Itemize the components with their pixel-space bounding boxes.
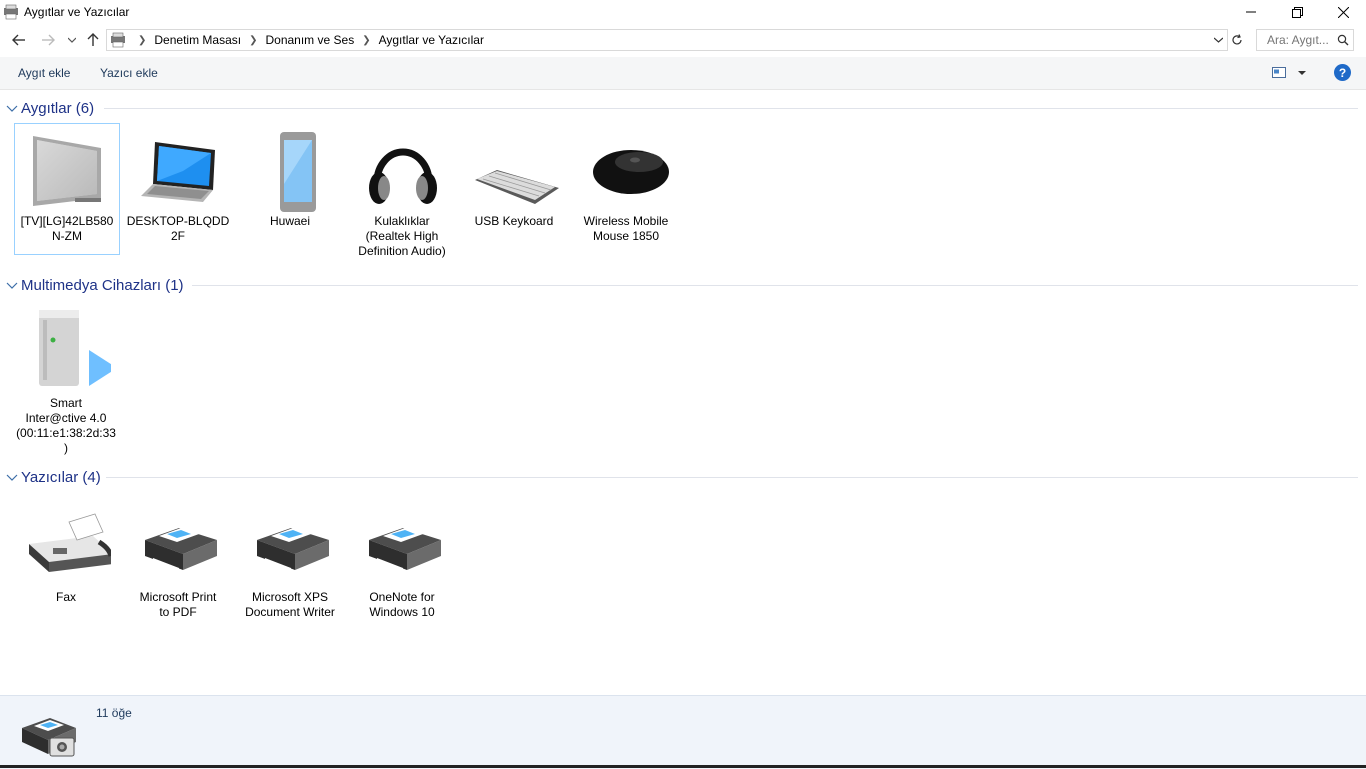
refresh-button[interactable]: [1228, 30, 1246, 50]
group-header-printers[interactable]: Yazıcılar (4): [6, 467, 101, 487]
fax-icon: [29, 513, 111, 572]
chevron-right-icon[interactable]: ❯: [249, 35, 257, 46]
breadcrumb-hardware-sound[interactable]: Donanım ve Ses: [265, 33, 354, 47]
chevron-right-icon[interactable]: ❯: [138, 35, 146, 46]
breadcrumb-control-panel[interactable]: Denetim Masası: [154, 33, 241, 47]
devices-printers-icon: [111, 32, 125, 48]
add-printer-button[interactable]: Yazıcı ekle: [100, 66, 158, 80]
chevron-down-icon: [1213, 37, 1223, 43]
chevron-down-icon[interactable]: [1296, 67, 1308, 79]
device-tv[interactable]: [TV][LG]42LB580 N-ZM: [14, 123, 120, 255]
arrow-left-icon: [12, 34, 25, 46]
arrow-up-icon: [87, 33, 99, 46]
printer-icon: [257, 528, 329, 574]
printer-ms-print-pdf[interactable]: Microsoft Print to PDF: [126, 500, 230, 620]
restore-icon: [1291, 6, 1303, 18]
media-server[interactable]: Smart Inter@ctive 4.0 (00:11:e1:38:2d:33…: [14, 300, 118, 456]
breadcrumb-devices-printers[interactable]: Aygıtlar ve Yazıcılar: [379, 33, 484, 47]
details-pane: 11 öğe: [0, 695, 1366, 769]
minimize-icon: [1246, 11, 1256, 13]
media-server-icon: [39, 310, 111, 386]
forward-button[interactable]: [38, 30, 58, 50]
window-title: Aygıtlar ve Yazıcılar: [24, 5, 130, 19]
restore-button[interactable]: [1274, 0, 1320, 24]
device-headphones[interactable]: Kulaklıklar (Realtek High Definition Aud…: [350, 124, 454, 259]
laptop-icon: [141, 142, 215, 202]
add-device-button[interactable]: Aygıt ekle: [18, 66, 70, 80]
printer-icon: [145, 528, 217, 574]
device-mouse[interactable]: Wireless Mobile Mouse 1850: [574, 124, 678, 244]
close-button[interactable]: [1320, 0, 1366, 24]
help-button[interactable]: ?: [1334, 64, 1351, 81]
group-title: Multimedya Cihazları (1): [21, 276, 184, 294]
command-bar: Aygıt ekle Yazıcı ekle: [0, 57, 1366, 90]
keyboard-icon: [475, 170, 559, 204]
group-divider: [106, 477, 1358, 478]
device-desktop[interactable]: DESKTOP-BLQDD 2F: [126, 124, 230, 244]
change-view-icon[interactable]: [1272, 67, 1286, 78]
chevron-down-icon: [6, 105, 18, 112]
window-controls: [1228, 0, 1366, 24]
arrow-right-icon: [42, 34, 55, 46]
group-divider: [104, 108, 1358, 109]
chevron-down-icon: [6, 282, 18, 289]
group-title: Aygıtlar (6): [21, 99, 95, 117]
device-huwaei[interactable]: Huwaei: [238, 124, 342, 229]
chevron-right-icon[interactable]: ❯: [362, 35, 370, 46]
devices-printers-icon: [4, 4, 18, 20]
back-button[interactable]: [9, 30, 29, 50]
address-bar[interactable]: ❯ Denetim Masası ❯ Donanım ve Ses ❯ Aygı…: [106, 29, 1228, 51]
printer-ms-xps[interactable]: Microsoft XPS Document Writer: [238, 500, 342, 620]
close-icon: [1337, 6, 1349, 18]
group-title: Yazıcılar (4): [21, 468, 101, 486]
device-keyboard[interactable]: USB Keykoard: [462, 124, 566, 229]
phone-icon: [280, 132, 316, 212]
group-header-devices[interactable]: Aygıtlar (6): [6, 98, 94, 118]
minimize-button[interactable]: [1228, 0, 1274, 24]
up-button[interactable]: [83, 30, 103, 50]
search-box[interactable]: [1256, 29, 1359, 51]
refresh-icon: [1232, 34, 1242, 45]
address-row: ❯ Denetim Masası ❯ Donanım ve Ses ❯ Aygı…: [0, 28, 1366, 52]
title-bar: Aygıtlar ve Yazıcılar: [0, 0, 1366, 24]
search-icon: [1337, 34, 1349, 46]
group-divider: [192, 285, 1358, 286]
chevron-down-icon: [6, 474, 18, 481]
item-count: 11 öğe: [96, 706, 132, 720]
headphones-icon: [369, 148, 437, 204]
monitor-icon: [33, 136, 101, 206]
printer-fax[interactable]: Fax: [14, 500, 118, 605]
printer-onenote[interactable]: OneNote for Windows 10: [350, 500, 454, 620]
recent-locations-button[interactable]: [62, 30, 82, 50]
group-header-multimedia[interactable]: Multimedya Cihazları (1): [6, 275, 184, 295]
printer-icon: [369, 528, 441, 574]
address-dropdown-button[interactable]: [1211, 32, 1225, 48]
breadcrumb: ❯ Denetim Masası ❯ Donanım ve Ses ❯ Aygı…: [130, 33, 484, 47]
devices-printers-icon: [22, 718, 76, 757]
mouse-icon: [593, 150, 669, 194]
chevron-down-icon: [68, 37, 76, 43]
